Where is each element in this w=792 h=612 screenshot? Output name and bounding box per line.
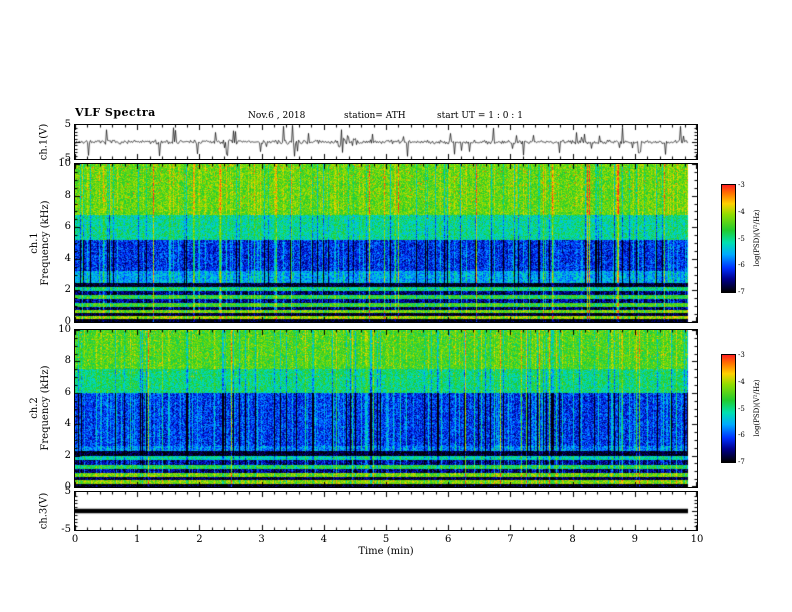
freq-tick-label: 2: [64, 284, 71, 296]
x-tick-label: 7: [507, 534, 514, 545]
ylabel-ch3-voltage: ch.3(V): [38, 492, 50, 530]
x-tick-label: 6: [445, 534, 452, 545]
header-start-ut: start UT = 1 : 0 : 1: [437, 111, 523, 121]
colorbar-tick-label: -3: [738, 181, 745, 189]
colorbar-ch2: [721, 354, 736, 463]
ylabel-line: Frequency (kHz): [40, 365, 51, 451]
ch1-voltage-plot-canvas: [75, 125, 697, 159]
figure-title: VLF Spectra: [75, 106, 156, 119]
colorbar-tick-label: -5: [738, 404, 745, 413]
x-tick-label: 5: [382, 534, 390, 545]
ylabel-ch1-voltage: ch.1(V): [38, 123, 50, 161]
colorbar-ch1: [721, 184, 736, 293]
colorbar2-label: log(PSD)(V²/Hz): [753, 379, 761, 437]
panel-ch1-voltage: [74, 124, 698, 160]
header-station: station= ATH: [344, 111, 406, 121]
freq-tick-label: 2: [64, 449, 71, 461]
header-date: Nov.6 , 2018: [248, 111, 306, 121]
colorbar-tick-label: -5: [738, 234, 745, 243]
freq-tick-label: 6: [64, 386, 71, 398]
colorbar-tick-label: -6: [738, 261, 745, 270]
freq-tick-label: 4: [64, 252, 71, 264]
freq-tick-label: 4: [64, 418, 71, 430]
colorbar-tick-label: -6: [738, 431, 745, 440]
ch2-spectrogram-canvas: [75, 330, 697, 487]
colorbar-tick-label: -3: [738, 351, 745, 359]
colorbar-tick-label: -4: [738, 377, 745, 386]
freq-tick-label: 8: [64, 189, 71, 201]
colorbar1-label: log(PSD)(V²/Hz): [753, 209, 761, 267]
ylabel-line: ch.2: [29, 397, 40, 419]
x-tick-label: 10: [690, 534, 704, 545]
ch3-voltage-plot-canvas: [75, 492, 697, 530]
x-tick-label: 4: [320, 534, 327, 545]
colorbar-tick-label: -7: [738, 458, 745, 466]
x-tick-label: 9: [631, 534, 638, 545]
voltage-tick-label: 5: [64, 486, 71, 497]
voltage-tick-label: 5: [64, 119, 71, 130]
panel-ch3-voltage: [74, 491, 698, 531]
ylabel-ch2-frequency: ch.2 Frequency (kHz): [29, 365, 51, 450]
x-tick-label: 3: [258, 534, 265, 545]
x-tick-label: 0: [71, 534, 79, 545]
freq-tick-label: 10: [58, 324, 71, 335]
freq-tick-label: 8: [64, 355, 71, 367]
voltage-tick-label: -5: [61, 153, 71, 164]
ylabel-line: Frequency (kHz): [40, 200, 51, 286]
x-tick-label: 1: [134, 534, 141, 545]
colorbar-tick-label: -4: [738, 207, 745, 216]
panel-ch1-spectrogram: [74, 163, 698, 323]
time-axis-label: Time (min): [358, 546, 414, 557]
ch1-spectrogram-canvas: [75, 164, 697, 322]
vlf-spectra-figure: VLF Spectra Nov.6 , 2018 station= ATH st…: [0, 0, 792, 612]
ylabel-line: ch.1: [29, 232, 40, 254]
voltage-tick-label: -5: [61, 524, 71, 535]
panel-ch2-spectrogram: [74, 329, 698, 488]
ylabel-ch1-frequency: ch.1 Frequency (kHz): [29, 200, 51, 285]
x-tick-label: 8: [569, 534, 576, 545]
freq-tick-label: 6: [64, 221, 71, 233]
x-tick-label: 2: [196, 534, 203, 545]
colorbar-tick-label: -7: [738, 288, 745, 296]
